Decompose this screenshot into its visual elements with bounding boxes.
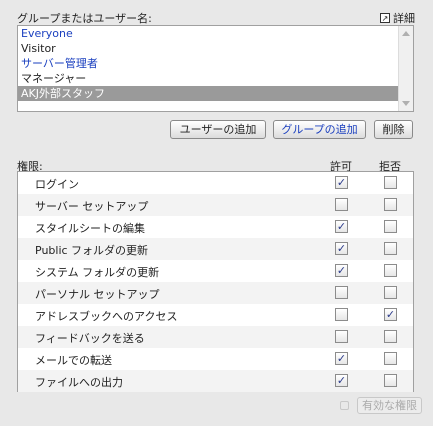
allow-checkbox[interactable]: ✓ [335, 220, 348, 233]
permission-label: アドレスブックへのアクセス [35, 310, 178, 323]
allow-checkbox[interactable]: ✓ [335, 242, 348, 255]
deny-checkbox[interactable] [384, 352, 397, 365]
scroll-up-icon[interactable] [402, 31, 410, 36]
allow-checkbox[interactable]: ✓ [335, 374, 348, 387]
add-group-button[interactable]: グループの追加 [273, 120, 366, 139]
permission-label: パーソナル セットアップ [35, 288, 160, 301]
allow-checkbox[interactable] [335, 286, 348, 299]
permission-row: Public フォルダの更新 ✓ [18, 238, 413, 260]
allow-checkbox[interactable]: ✓ [335, 264, 348, 277]
principal-item[interactable]: Visitor [18, 41, 401, 56]
effective-permissions-button[interactable]: 有効な権限 [357, 397, 422, 414]
deny-checkbox[interactable] [384, 330, 397, 343]
deny-checkbox[interactable] [384, 374, 397, 387]
scroll-down-icon[interactable] [402, 101, 410, 106]
permission-row: アドレスブックへのアクセス ✓ [18, 304, 413, 326]
deny-checkbox[interactable] [384, 242, 397, 255]
add-user-button[interactable]: ユーザーの追加 [170, 120, 266, 139]
permission-row: サーバー セットアップ [18, 194, 413, 216]
allow-checkbox[interactable]: ✓ [335, 176, 348, 189]
permission-row: ファイルへの出力 ✓ [18, 370, 413, 392]
permission-row: メールでの転送 ✓ [18, 348, 413, 370]
deny-checkbox[interactable] [384, 176, 397, 189]
permission-label: メールでの転送 [35, 354, 112, 367]
detail-label: 詳細 [393, 12, 415, 25]
principal-item[interactable]: サーバー管理者 [18, 56, 401, 71]
principals-list[interactable]: Everyone Visitor サーバー管理者 マネージャー AKJ外部スタッフ [17, 25, 414, 112]
permission-label: フィードバックを送る [35, 332, 145, 345]
delete-button[interactable]: 削除 [374, 120, 413, 139]
principal-item[interactable]: Everyone [18, 26, 401, 41]
list-scrollbar[interactable] [398, 26, 413, 111]
permission-row: システム フォルダの更新 ✓ [18, 260, 413, 282]
external-link-icon: ↗ [380, 13, 390, 23]
detail-link[interactable]: ↗ 詳細 [380, 10, 415, 26]
permission-row: スタイルシートの編集 ✓ [18, 216, 413, 238]
permission-label: Public フォルダの更新 [35, 244, 149, 257]
permissions-table: ログイン ✓ サーバー セットアップ スタイルシートの編集 ✓ Public フォルダの更… [17, 171, 414, 392]
permission-row: パーソナル セットアップ [18, 282, 413, 304]
principal-item[interactable]: マネージャー [18, 71, 401, 86]
principal-item[interactable]: AKJ外部スタッフ [18, 86, 401, 101]
permission-row: フィードバックを送る [18, 326, 413, 348]
deny-checkbox[interactable] [384, 220, 397, 233]
permission-label: サーバー セットアップ [35, 200, 149, 213]
deny-checkbox[interactable]: ✓ [384, 308, 397, 321]
deny-checkbox[interactable] [384, 286, 397, 299]
allow-checkbox[interactable] [335, 330, 348, 343]
principals-label: グループまたはユーザー名: [17, 12, 152, 25]
allow-checkbox[interactable] [335, 308, 348, 321]
permission-row: ログイン ✓ [18, 172, 413, 194]
permission-label: スタイルシートの編集 [35, 222, 145, 235]
deny-checkbox[interactable] [384, 198, 397, 211]
allow-checkbox[interactable] [335, 198, 348, 211]
deny-checkbox[interactable] [384, 264, 397, 277]
permission-label: ログイン [35, 178, 79, 191]
allow-checkbox[interactable]: ✓ [335, 352, 348, 365]
effective-permissions-icon [340, 401, 349, 410]
permission-label: ファイルへの出力 [35, 376, 123, 389]
permission-label: システム フォルダの更新 [35, 266, 160, 279]
